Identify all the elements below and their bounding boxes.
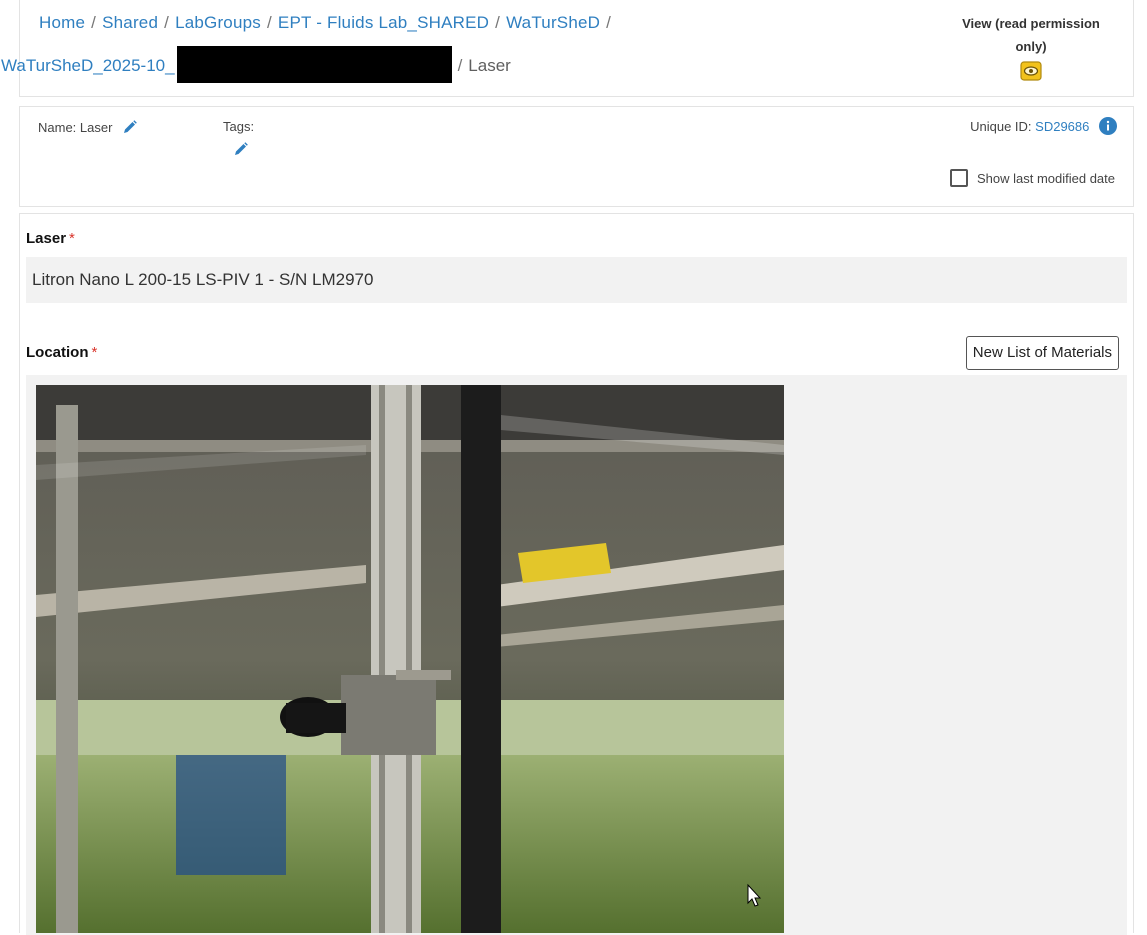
laser-value: Litron Nano L 200-15 LS-PIV 1 - S/N LM29… [26, 257, 1127, 303]
breadcrumb-separator: / [606, 13, 612, 32]
unique-id-value[interactable]: SD29686 [1035, 119, 1089, 134]
breadcrumb-home[interactable]: Home [39, 13, 85, 32]
breadcrumb-separator: / [457, 55, 463, 75]
location-photo[interactable] [36, 385, 784, 933]
breadcrumb-fluids-lab[interactable]: EPT - Fluids Lab_SHARED [278, 13, 489, 32]
location-image-panel [26, 375, 1127, 935]
location-label-text: Location [26, 344, 89, 361]
laser-field-label: Laser * [26, 230, 75, 247]
info-icon[interactable] [1099, 117, 1117, 138]
breadcrumb: Home / Shared / LabGroups / EPT - Fluids Lab_S… [39, 13, 617, 33]
permission-label: View (read permission only) [962, 16, 1100, 54]
record-fields: Laser * Litron Nano L 200-15 LS-PIV 1 - S… [19, 213, 1134, 935]
breadcrumb-watursheD-2025[interactable]: WaTurSheD_2025-10_ [1, 56, 175, 75]
new-list-of-materials-button[interactable]: New List of Materials [965, 336, 1119, 370]
breadcrumb-labgroups[interactable]: LabGroups [175, 13, 261, 32]
required-mark: * [91, 344, 98, 361]
breadcrumb-current: Laser [468, 55, 511, 75]
laser-label-text: Laser [26, 230, 67, 247]
breadcrumb-separator: / [495, 13, 501, 32]
show-last-modified-label: Show last modified date [976, 170, 1115, 186]
breadcrumb-separator: / [91, 13, 97, 32]
name-field: Name: Laser [38, 119, 138, 138]
redaction-block [176, 46, 452, 83]
record-header: Home / Shared / LabGroups / EPT - Fluids Lab_S… [1, 0, 1134, 97]
breadcrumb-shared[interactable]: Shared [102, 13, 158, 32]
breadcrumb-separator: / [266, 13, 272, 32]
breadcrumb-line-2: WaTurSheD_2025-10_ / Laser [1, 46, 511, 85]
location-field-label: Location * [26, 344, 97, 361]
permission-indicator: View (read permission only) [951, 12, 1111, 88]
required-mark: * [69, 230, 75, 247]
edit-name-pencil-icon[interactable] [122, 119, 138, 138]
breadcrumb-watursheD[interactable]: WaTurSheD [506, 13, 600, 32]
edit-tags-pencil-icon[interactable] [233, 141, 249, 162]
eye-icon [1020, 61, 1042, 81]
record-meta: Name: Laser Tags: Unique ID: SD29686 Sho… [19, 106, 1134, 207]
show-last-modified-checkbox[interactable] [949, 169, 968, 187]
unique-id: Unique ID: SD29686 [970, 117, 1117, 138]
unique-id-label: Unique ID: [970, 118, 1032, 134]
show-last-modified-toggle[interactable]: Show last modified date [949, 169, 1115, 187]
breadcrumb-separator: / [164, 13, 170, 32]
name-label: Name: Laser [38, 119, 113, 135]
tags-label: Tags: [223, 119, 255, 134]
